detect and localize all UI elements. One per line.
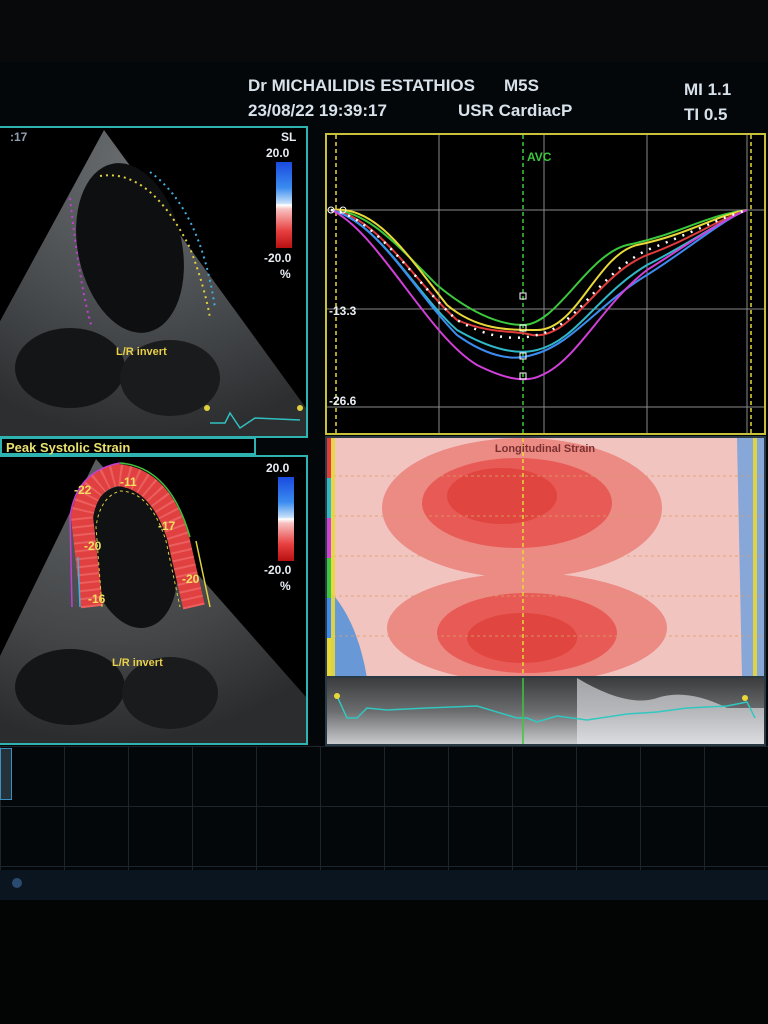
clip-thumbnail[interactable] (0, 748, 12, 800)
strain-map-title: Longitudinal Strain (495, 443, 595, 455)
status-indicator-icon (12, 878, 22, 888)
frame-label: :17 (10, 130, 28, 144)
longitudinal-strain-map[interactable]: Longitudinal Strain (325, 436, 766, 680)
bottom-scale-unit: % (280, 579, 291, 593)
avc-label: AVC (527, 150, 552, 164)
probe-name: M5S (504, 76, 539, 95)
top-scale-max: 20.0 (266, 146, 290, 160)
ecg-strip[interactable] (325, 676, 766, 746)
strain-map-svg: Longitudinal Strain (327, 438, 764, 678)
top-scale-unit: % (280, 267, 291, 281)
apical-view-panel[interactable]: :17 SL 20.0 -20.0 % L/R invert (0, 126, 308, 438)
top-scale-min: -20.0 (264, 251, 292, 265)
bottom-strain-colorbar (278, 477, 294, 561)
apical-echo-image (0, 130, 306, 436)
segment-color-key (327, 438, 331, 678)
segment-value-mid-lateral: -17 (158, 519, 176, 533)
strain-curve-graph[interactable]: AVC -13.3 -26.6 (325, 133, 766, 435)
ecg-start-marker[interactable] (334, 693, 340, 699)
y-tick-low: -26.6 (329, 394, 357, 408)
thermal-index: TI 0.5 (684, 105, 728, 124)
curve-green (330, 209, 748, 327)
ecg-end-marker[interactable] (742, 695, 748, 701)
preset-name: USR CardiacP (458, 101, 573, 120)
scale-label: SL (281, 130, 297, 144)
monitor-bezel-top (0, 0, 768, 62)
peak-systolic-strain-title: Peak Systolic Strain (0, 437, 256, 455)
y-tick-mid: -13.3 (329, 304, 357, 318)
strain-overlay-panel[interactable]: -22 -11 -17 -20 -20 -16 20.0 -20.0 % L/R… (0, 455, 308, 745)
segment-value-mid-septal: -20 (84, 539, 102, 553)
mechanical-index: MI 1.1 (684, 80, 732, 99)
segment-value-basal-anteroseptal: -22 (74, 483, 92, 497)
ecg-strip-svg (327, 678, 764, 744)
top-view-label: L/R invert (116, 346, 167, 358)
segment-value-basal-lateral: -20 (182, 572, 200, 586)
exam-datetime: 23/08/22 19:39:17 (248, 101, 387, 120)
empty-display-area (0, 746, 768, 870)
bottom-scale-min: -20.0 (264, 563, 292, 577)
curve-average (330, 208, 748, 339)
segment-value-apical-cap: -11 (120, 475, 137, 489)
status-strip (0, 870, 768, 900)
bottom-view-label: L/R invert (112, 657, 163, 669)
bottom-scale-max: 20.0 (266, 461, 290, 475)
monitor-bezel-bottom (0, 900, 768, 1024)
strain-overlay-image (0, 459, 306, 743)
top-strain-colorbar (276, 162, 292, 248)
operator-name: Dr MICHAILIDIS ESTATHIOS (248, 76, 475, 95)
strain-curves-svg: AVC -13.3 -26.6 (327, 135, 764, 433)
segment-value-basal-septal: -16 (88, 592, 106, 606)
